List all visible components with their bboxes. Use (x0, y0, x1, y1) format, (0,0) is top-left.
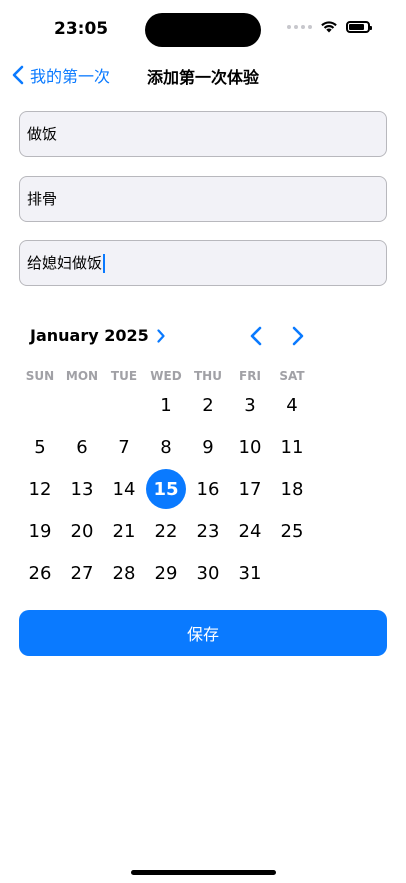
calendar-day-number: 21 (112, 520, 136, 542)
weekday-label: THU (194, 369, 222, 383)
calendar-day-number: 5 (34, 436, 46, 458)
calendar-day-number: 20 (70, 520, 94, 542)
calendar-day-number: 25 (280, 520, 304, 542)
calendar-day[interactable]: 31 (229, 552, 271, 594)
calendar-day-number: 1 (160, 394, 172, 416)
calendar-day-number: 23 (196, 520, 220, 542)
calendar-day-number: 22 (154, 520, 178, 542)
calendar-day-selected[interactable]: 15 (145, 468, 187, 510)
calendar-day[interactable]: 27 (61, 552, 103, 594)
calendar-day-number: 12 (28, 478, 52, 500)
calendar-day-number: 17 (238, 478, 262, 500)
calendar-day-number: 29 (154, 562, 178, 584)
calendar-day-number: 4 (286, 394, 298, 416)
calendar-day[interactable]: 13 (61, 468, 103, 510)
calendar-blank-cell (19, 384, 61, 426)
calendar-day-number: 3 (244, 394, 256, 416)
page-title: 添加第一次体验 (146, 68, 259, 87)
dish-field[interactable]: 排骨 (19, 176, 387, 222)
weekday-label: SUN (25, 369, 55, 383)
calendar-day-number: 18 (280, 478, 304, 500)
calendar-day-number: 10 (238, 436, 262, 458)
weekday-label: MON (65, 369, 99, 383)
calendar-day-number: 30 (196, 562, 220, 584)
month-year-picker-button[interactable]: January 2025 (30, 326, 165, 345)
dynamic-island (145, 13, 261, 47)
wifi-icon (321, 21, 337, 33)
text-cursor (103, 254, 106, 273)
calendar-day[interactable]: 21 (103, 510, 145, 552)
calendar-day[interactable]: 8 (145, 426, 187, 468)
status-time: 23:05 (54, 19, 109, 39)
chevron-right-icon (292, 326, 304, 346)
description-field[interactable]: 给媳妇做饭 (19, 240, 387, 286)
save-button[interactable]: 保存 (19, 610, 387, 656)
month-label: January 2025 (30, 326, 149, 345)
status-icons (287, 20, 372, 33)
calendar-day[interactable]: 26 (19, 552, 61, 594)
calendar-day[interactable]: 11 (271, 426, 313, 468)
calendar-blank-cell (61, 384, 103, 426)
calendar-day-number: 28 (112, 562, 136, 584)
calendar-day[interactable]: 25 (271, 510, 313, 552)
calendar-day[interactable]: 29 (145, 552, 187, 594)
weekday-label: SAT (279, 369, 305, 383)
previous-month-button[interactable] (249, 326, 263, 350)
calendar-day-number: 31 (238, 562, 262, 584)
home-indicator (131, 870, 276, 875)
weekday-label: WED (150, 369, 182, 383)
weekday-header: SUN MON TUE WED THU FRI SAT (19, 369, 313, 383)
calendar-day-number: 16 (196, 478, 220, 500)
title-field-value: 做饭 (27, 125, 58, 143)
calendar-day[interactable]: 17 (229, 468, 271, 510)
calendar-day[interactable]: 2 (187, 384, 229, 426)
calendar-day[interactable]: 6 (61, 426, 103, 468)
calendar-day[interactable]: 19 (19, 510, 61, 552)
calendar-day[interactable]: 5 (19, 426, 61, 468)
battery-icon (346, 20, 372, 33)
calendar-day-number: 15 (153, 478, 179, 500)
calendar-day[interactable]: 14 (103, 468, 145, 510)
cellular-signal-icon (287, 24, 312, 29)
next-month-button[interactable] (291, 326, 305, 350)
weekday-label: FRI (239, 369, 261, 383)
title-field[interactable]: 做饭 (19, 111, 387, 157)
calendar-day[interactable]: 24 (229, 510, 271, 552)
calendar-day[interactable]: 18 (271, 468, 313, 510)
calendar-day-number: 11 (280, 436, 304, 458)
calendar-day[interactable]: 9 (187, 426, 229, 468)
calendar-day[interactable]: 23 (187, 510, 229, 552)
description-field-value: 给媳妇做饭 (27, 254, 103, 272)
dish-field-value: 排骨 (27, 190, 58, 208)
calendar-day-number: 6 (76, 436, 88, 458)
calendar-day[interactable]: 22 (145, 510, 187, 552)
calendar-day[interactable]: 7 (103, 426, 145, 468)
calendar-day[interactable]: 1 (145, 384, 187, 426)
calendar-day[interactable]: 10 (229, 426, 271, 468)
calendar-day[interactable]: 30 (187, 552, 229, 594)
calendar-day[interactable]: 12 (19, 468, 61, 510)
calendar-day-number: 2 (202, 394, 214, 416)
calendar-day-number: 14 (112, 478, 136, 500)
calendar-day[interactable]: 4 (271, 384, 313, 426)
calendar-day-number: 8 (160, 436, 172, 458)
calendar-day-number: 24 (238, 520, 262, 542)
calendar-day[interactable]: 3 (229, 384, 271, 426)
calendar-day-number: 13 (70, 478, 94, 500)
calendar-day-number: 26 (28, 562, 52, 584)
save-button-label: 保存 (186, 625, 219, 644)
weekday-label: TUE (110, 369, 138, 383)
chevron-right-icon (157, 328, 165, 343)
chevron-left-icon (250, 326, 262, 346)
calendar-day-number: 27 (70, 562, 94, 584)
calendar-day[interactable]: 28 (103, 552, 145, 594)
calendar-day-number: 7 (118, 436, 130, 458)
calendar-day-number: 9 (202, 436, 214, 458)
calendar-blank-cell (103, 384, 145, 426)
calendar-day[interactable]: 16 (187, 468, 229, 510)
calendar-day-number: 19 (28, 520, 52, 542)
calendar-day[interactable]: 20 (61, 510, 103, 552)
calendar-day-grid: 1 2 3 4 5 6 7 8 9 10 11 12 13 14 15 16 17 18 19 20 21 22 23 24 2… (19, 384, 313, 594)
